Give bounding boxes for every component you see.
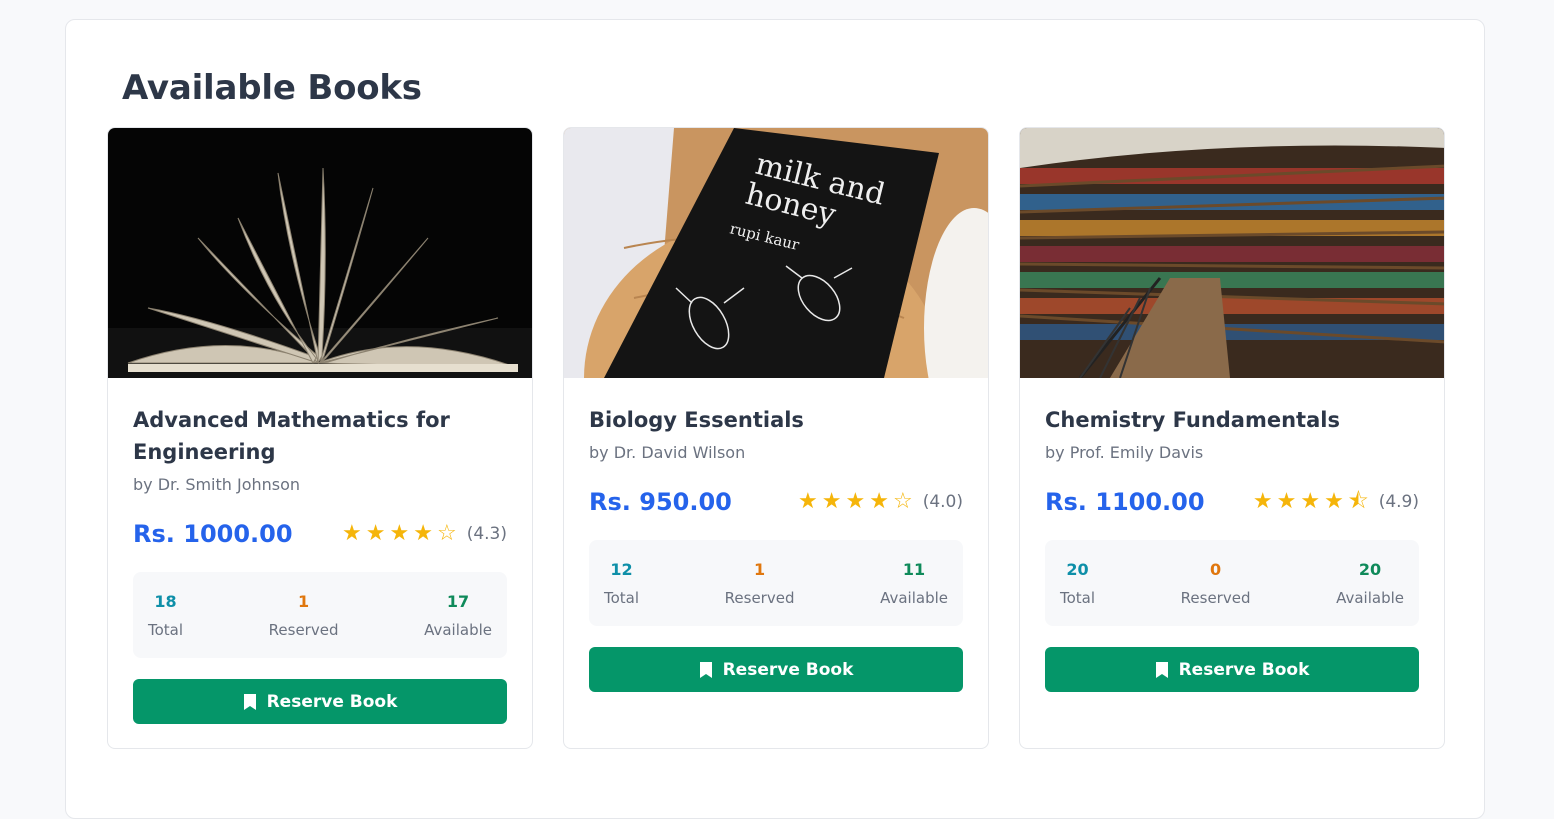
book-price: Rs. 950.00: [589, 488, 732, 516]
book-price: Rs. 1000.00: [133, 520, 293, 548]
reserved-label: Reserved: [724, 588, 795, 607]
star-full-icon: ★: [365, 521, 386, 546]
star-full-icon: ★: [1324, 489, 1344, 514]
reserve-book-button[interactable]: Reserve Book: [589, 647, 963, 692]
bookmark-icon: [1155, 661, 1168, 678]
star-full-icon: ★: [1276, 489, 1297, 514]
reserve-book-button[interactable]: Reserve Book: [1045, 647, 1419, 692]
total-label: Total: [1060, 588, 1096, 607]
book-author: by Prof. Emily Davis: [1045, 443, 1204, 462]
reserved-count: 1: [754, 559, 766, 579]
total-count: 12: [610, 559, 633, 579]
star-full-icon: ★: [389, 521, 410, 546]
book-card: milk and honey rupi kaur Biology Essenti…: [563, 127, 989, 749]
total-count: 18: [154, 591, 177, 611]
book-cover-image: milk and honey rupi kaur: [564, 128, 988, 378]
star-half-icon: ⯪: [1347, 489, 1369, 514]
book-author: by Dr. Smith Johnson: [133, 475, 301, 494]
book-title: Advanced Mathematics for Engineering: [133, 408, 450, 464]
book-card: Advanced Mathematics for Engineering by …: [107, 127, 533, 749]
book-title: Chemistry Fundamentals: [1045, 408, 1340, 432]
available-count: 11: [902, 559, 926, 579]
stock-stats: 12 Total 1 Reserved 11 Available: [589, 540, 963, 626]
star-full-icon: ★: [342, 521, 362, 546]
book-title: Biology Essentials: [589, 408, 804, 432]
rating-value: (4.0): [922, 492, 963, 512]
rating-value: (4.9): [1378, 492, 1419, 512]
book-price: Rs. 1100.00: [1045, 488, 1205, 516]
star-rating: ★ ★ ★ ★ ☆ (4.3): [342, 523, 507, 545]
reserve-button-label: Reserve Book: [266, 691, 398, 712]
bookmark-icon: [243, 693, 256, 710]
available-count: 20: [1358, 559, 1382, 579]
book-card: Chemistry Fundamentals by Prof. Emily Da…: [1019, 127, 1445, 749]
star-full-icon: ★: [869, 489, 889, 514]
total-label: Total: [148, 620, 184, 639]
reserve-button-label: Reserve Book: [722, 659, 854, 680]
star-empty-icon: ☆: [892, 489, 913, 514]
stock-stats: 18 Total 1 Reserved 17 Available: [133, 572, 507, 658]
star-full-icon: ★: [821, 489, 842, 514]
available-count: 17: [446, 591, 470, 611]
rating-value: (4.3): [466, 524, 507, 544]
book-author: by Dr. David Wilson: [589, 443, 746, 462]
reserve-button-label: Reserve Book: [1178, 659, 1310, 680]
reserved-label: Reserved: [268, 620, 339, 639]
available-label: Available: [1336, 588, 1404, 607]
star-rating: ★ ★ ★ ★ ⯪ (4.9): [1253, 491, 1419, 513]
star-full-icon: ★: [413, 521, 433, 546]
reserved-label: Reserved: [1180, 588, 1251, 607]
available-label: Available: [424, 620, 492, 639]
stock-stats: 20 Total 0 Reserved 20 Available: [1045, 540, 1419, 626]
book-cover-image: [108, 128, 532, 378]
book-cover-image: [1020, 128, 1444, 378]
page-title: Available Books: [122, 68, 422, 108]
books-panel: Available Books Advanced Mathematics for…: [65, 19, 1485, 819]
bookmark-icon: [699, 661, 712, 678]
star-full-icon: ★: [1252, 489, 1273, 514]
reserved-count: 1: [298, 591, 310, 611]
available-label: Available: [880, 588, 948, 607]
star-full-icon: ★: [1300, 489, 1321, 514]
star-full-icon: ★: [798, 489, 818, 514]
star-full-icon: ★: [845, 489, 866, 514]
reserve-book-button[interactable]: Reserve Book: [133, 679, 507, 724]
total-label: Total: [604, 588, 640, 607]
reserved-count: 0: [1210, 559, 1222, 579]
total-count: 20: [1066, 559, 1089, 579]
star-rating: ★ ★ ★ ★ ☆ (4.0): [798, 491, 963, 513]
star-empty-icon: ☆: [436, 521, 457, 546]
